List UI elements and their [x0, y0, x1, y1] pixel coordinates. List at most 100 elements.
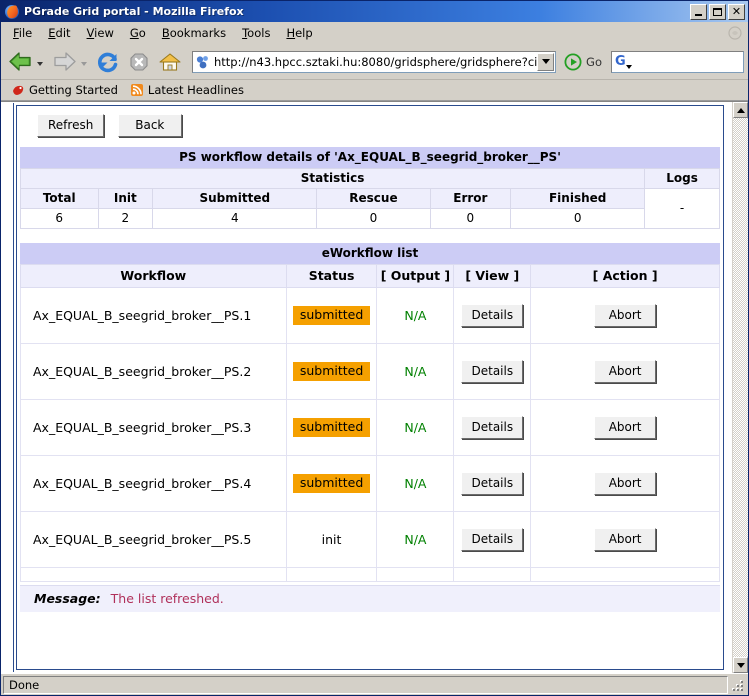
stat-col-submitted: Submitted	[152, 188, 318, 209]
web-page: Refresh Back PS workflow details of 'Ax_…	[1, 102, 732, 673]
workflow-name: Ax_EQUAL_B_seegrid_broker__PS.2	[20, 343, 287, 400]
action-cell: Abort	[530, 343, 720, 400]
output-cell: N/A	[376, 455, 455, 512]
reload-button[interactable]	[93, 50, 123, 74]
menu-view[interactable]: View	[79, 23, 122, 43]
stat-val-error: 0	[429, 208, 512, 229]
stat-val-rescue: 0	[316, 208, 431, 229]
status-text: Done	[3, 675, 728, 694]
view-cell: Details	[453, 399, 532, 456]
abort-button[interactable]: Abort	[594, 472, 657, 495]
stop-icon	[130, 52, 148, 71]
address-bar-text[interactable]: http://n43.hpcc.sztaki.hu:8080/gridspher…	[214, 55, 537, 69]
go-button-label[interactable]: Go	[586, 55, 602, 69]
output-cell: N/A	[376, 287, 455, 344]
statistics-section-label: Statistics	[19, 168, 646, 189]
abort-button[interactable]: Abort	[594, 304, 657, 327]
back-history-caret[interactable]	[37, 61, 43, 66]
message-text: The list refreshed.	[110, 591, 224, 606]
status-bar: Done	[1, 673, 748, 695]
home-button[interactable]	[155, 50, 185, 74]
back-arrow-icon	[9, 51, 31, 71]
browser-window: PGrade Grid portal - Mozilla Firefox ✕ F…	[0, 0, 749, 696]
home-icon	[159, 52, 181, 71]
table-row: Ax_EQUAL_B_seegrid_broker__PS.2 submitted…	[20, 343, 720, 400]
details-button[interactable]: Details	[461, 528, 524, 551]
output-cell: N/A	[376, 343, 455, 400]
filler-cell	[285, 567, 378, 582]
abort-button[interactable]: Abort	[594, 416, 657, 439]
forward-history-caret[interactable]	[81, 61, 87, 66]
menu-tools[interactable]: Tools	[234, 23, 278, 43]
statistics-header-row: Statistics Logs	[19, 168, 720, 189]
details-button[interactable]: Details	[461, 304, 524, 327]
status-cell: submitted	[285, 287, 378, 344]
menu-file[interactable]: File	[5, 23, 40, 43]
resize-grip[interactable]	[730, 677, 746, 693]
forward-navigation-button[interactable]	[49, 50, 91, 74]
abort-button[interactable]: Abort	[594, 360, 657, 383]
address-dropdown-button[interactable]	[537, 52, 555, 71]
menu-bookmarks[interactable]: Bookmarks	[154, 23, 234, 43]
status-badge: submitted	[292, 362, 371, 381]
stat-val-finished: 0	[510, 208, 646, 229]
statistics-column-row: Total Init Submitted Rescue Error Finish…	[20, 188, 720, 229]
status-cell: submitted	[285, 343, 378, 400]
abort-button[interactable]: Abort	[594, 528, 657, 551]
bookmark-getting-started-label[interactable]: Getting Started	[29, 83, 118, 97]
bookmark-latest-headlines[interactable]: Latest Headlines	[126, 82, 248, 98]
menu-bar: File Edit View Go Bookmarks Tools Help	[1, 22, 748, 44]
refresh-button[interactable]: Refresh	[37, 114, 105, 137]
maximize-button[interactable]	[709, 3, 726, 20]
col-view: [ View ]	[453, 264, 532, 288]
scroll-down-button[interactable]	[733, 657, 748, 673]
window-titlebar: PGrade Grid portal - Mozilla Firefox ✕	[1, 1, 748, 22]
output-cell: N/A	[376, 399, 455, 456]
vertical-scrollbar[interactable]	[732, 102, 748, 673]
workflow-details-title: PS workflow details of 'Ax_EQUAL_B_seegr…	[20, 147, 720, 168]
scroll-up-button[interactable]	[733, 102, 748, 118]
scrollbar-track[interactable]	[733, 118, 748, 657]
stat-col-finished: Finished	[510, 188, 646, 209]
filler-cell	[20, 567, 287, 582]
output-value: N/A	[404, 364, 427, 379]
menu-go[interactable]: Go	[122, 23, 154, 43]
back-button[interactable]: Back	[117, 114, 182, 137]
output-value: N/A	[404, 532, 427, 547]
logs-label: Logs	[644, 168, 720, 189]
back-navigation-button[interactable]	[5, 50, 47, 74]
col-workflow: Workflow	[20, 264, 287, 288]
view-cell: Details	[453, 455, 532, 512]
rss-feed-icon	[130, 83, 144, 97]
menu-file-rest: ile	[18, 26, 33, 40]
firefox-corner-icon[interactable]	[727, 25, 742, 40]
search-engine-caret[interactable]	[626, 64, 633, 69]
address-bar[interactable]: http://n43.hpcc.sztaki.hu:8080/gridspher…	[192, 50, 557, 73]
filler-cell	[530, 567, 720, 582]
go-button[interactable]: Go	[561, 53, 605, 71]
workflow-name: Ax_EQUAL_B_seegrid_broker__PS.5	[20, 511, 287, 568]
status-cell: submitted	[285, 399, 378, 456]
browser-content-area: Refresh Back PS workflow details of 'Ax_…	[1, 101, 748, 673]
filler-cell	[376, 567, 455, 582]
stop-button[interactable]	[125, 50, 153, 74]
view-cell: Details	[453, 511, 532, 568]
bookmark-latest-headlines-label[interactable]: Latest Headlines	[148, 83, 244, 97]
bookmark-getting-started[interactable]: Getting Started	[7, 82, 122, 98]
table-row: Ax_EQUAL_B_seegrid_broker__PS.4 submitted…	[20, 455, 720, 512]
window-controls: ✕	[690, 3, 745, 20]
close-icon[interactable]: ✕	[728, 3, 745, 20]
window-title: PGrade Grid portal - Mozilla Firefox	[24, 5, 244, 18]
portlet-toolbar: Refresh Back	[17, 106, 723, 147]
details-button[interactable]: Details	[461, 472, 524, 495]
col-status: Status	[285, 264, 378, 288]
menu-help[interactable]: Help	[278, 23, 320, 43]
details-button[interactable]: Details	[461, 416, 524, 439]
details-button[interactable]: Details	[461, 360, 524, 383]
search-input[interactable]: G	[611, 50, 744, 73]
table-filler-row	[20, 567, 720, 582]
minimize-button[interactable]	[690, 3, 707, 20]
navigation-toolbar: http://n43.hpcc.sztaki.hu:8080/gridspher…	[1, 44, 748, 80]
google-logo-icon[interactable]: G	[615, 55, 626, 68]
menu-edit[interactable]: Edit	[40, 23, 78, 43]
